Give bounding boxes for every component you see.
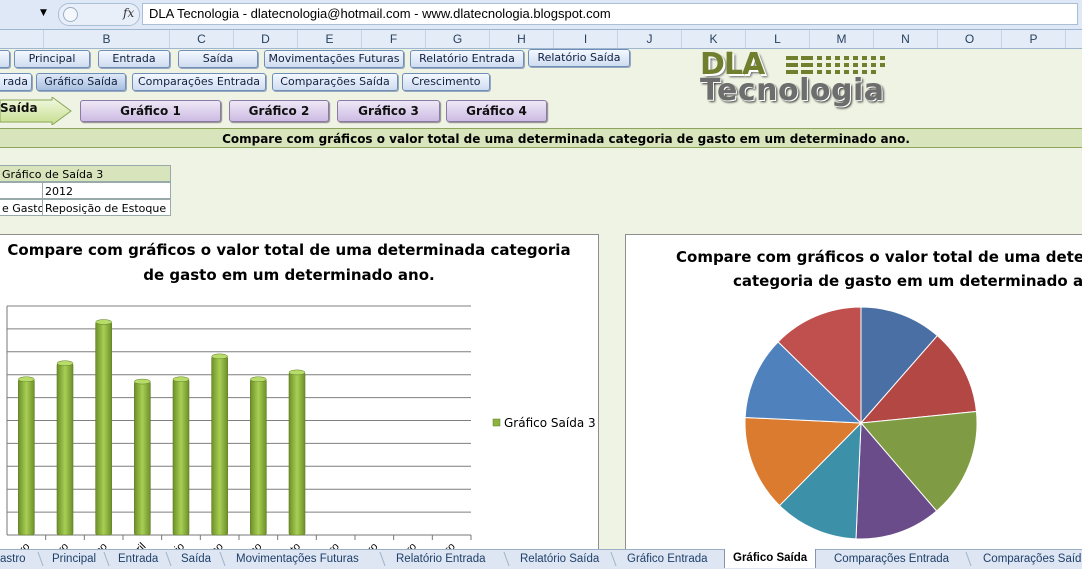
nav-button-comparacoes-saida[interactable]: Comparações Saída bbox=[272, 73, 398, 91]
bar-chart[interactable]: Compare com gráficos o valor total de um… bbox=[0, 234, 599, 551]
bar bbox=[250, 378, 267, 536]
sheet-tab-entrada[interactable]: Entrada bbox=[118, 550, 158, 568]
bar bbox=[211, 356, 228, 536]
column-header-f[interactable]: F bbox=[362, 30, 426, 48]
legend-swatch bbox=[492, 418, 501, 427]
sheet-tab-principal[interactable]: Principal bbox=[52, 550, 96, 568]
column-header-b[interactable]: B bbox=[44, 30, 170, 48]
info-label-gasto[interactable]: e Gasto bbox=[0, 199, 43, 216]
formula-tools: fx bbox=[58, 3, 140, 26]
worksheet[interactable]: Principal Entrada Saída Movimentações Fu… bbox=[0, 47, 1082, 551]
column-header-e[interactable]: E bbox=[298, 30, 362, 48]
bar-top bbox=[211, 353, 228, 360]
column-header-m[interactable]: M bbox=[810, 30, 874, 48]
bar bbox=[134, 381, 151, 536]
nav-button-saida[interactable]: Saída bbox=[178, 50, 258, 68]
column-header-k[interactable]: K bbox=[682, 30, 746, 48]
bar-top bbox=[56, 360, 74, 366]
grafico-1-button[interactable]: Gráfico 1 bbox=[80, 100, 221, 122]
info-label-ano[interactable] bbox=[0, 182, 43, 199]
nav-button-grafico-entrada-partial[interactable]: rada bbox=[0, 73, 32, 91]
sheet-tab-saida[interactable]: Saída bbox=[181, 550, 211, 568]
bar-top bbox=[172, 376, 190, 383]
nav-button-relatorio-entrada[interactable]: Relatório Entrada bbox=[410, 50, 524, 68]
tab-separator bbox=[219, 552, 226, 566]
tab-separator bbox=[103, 552, 110, 566]
arrow-label: Saída bbox=[0, 101, 38, 115]
column-header-c[interactable]: C bbox=[170, 30, 234, 48]
sheet-tab-cadastro[interactable]: astro bbox=[0, 550, 26, 568]
bar bbox=[288, 372, 306, 536]
tab-separator bbox=[965, 552, 972, 566]
nav-button-partial[interactable] bbox=[0, 50, 10, 68]
column-header-j[interactable]: J bbox=[618, 30, 682, 48]
nav-button-crescimento[interactable]: Crescimento bbox=[402, 73, 490, 91]
sheet-tab-grafico-entrada[interactable]: Gráfico Entrada bbox=[627, 550, 708, 568]
column-header-g[interactable]: G bbox=[426, 30, 490, 48]
name-box-dropdown-icon[interactable]: ▼ bbox=[40, 8, 47, 18]
column-header-row: B C D E F G H I J K L M N O P bbox=[0, 30, 1082, 49]
grafico-4-button[interactable]: Gráfico 4 bbox=[446, 100, 547, 122]
sheet-tab-comparacoes-entrada[interactable]: Comparações Entrada bbox=[834, 550, 949, 568]
sheet-tab-comparacoes-saida[interactable]: Comparações Saíd bbox=[983, 550, 1081, 568]
logo-tecnologia-text: Tecnologia bbox=[700, 73, 885, 108]
bar bbox=[56, 362, 74, 536]
nav-button-comparacoes-entrada[interactable]: Comparações Entrada bbox=[132, 73, 266, 91]
tab-separator bbox=[165, 552, 172, 566]
sheet-tab-grafico-saida[interactable]: Gráfico Saída bbox=[724, 549, 817, 568]
column-header-n[interactable]: N bbox=[874, 30, 938, 48]
nav-button-grafico-saida[interactable]: Gráfico Saída bbox=[36, 73, 126, 91]
nav-button-principal[interactable]: Principal bbox=[14, 50, 90, 68]
pie-chart-plot bbox=[744, 306, 978, 540]
legend-label: Gráfico Saída 3 bbox=[504, 416, 596, 430]
bar-top bbox=[18, 376, 35, 383]
info-value-ano[interactable]: 2012 bbox=[42, 182, 171, 199]
column-header-p[interactable]: P bbox=[1002, 30, 1066, 48]
column-header-h[interactable]: H bbox=[490, 30, 554, 48]
formula-input[interactable]: DLA Tecnologia - dlatecnologia@hotmail.c… bbox=[142, 3, 1078, 25]
bar-top bbox=[134, 378, 151, 385]
nav-button-relatorio-saida[interactable]: Relatório Saída bbox=[528, 49, 630, 67]
tab-separator bbox=[37, 552, 44, 566]
grafico-2-button[interactable]: Gráfico 2 bbox=[229, 100, 329, 122]
tab-separator bbox=[379, 552, 386, 566]
formula-bar: ▼ fx DLA Tecnologia - dlatecnologia@hotm… bbox=[0, 0, 1082, 30]
sheet-tab-movimentacoes-futuras[interactable]: Movimentações Futuras bbox=[236, 550, 359, 568]
column-header-i[interactable]: I bbox=[554, 30, 618, 48]
page-banner: Compare com gráficos o valor total de um… bbox=[0, 128, 1082, 148]
sheet-tab-relatorio-entrada[interactable]: Relatório Entrada bbox=[396, 550, 486, 568]
bar bbox=[18, 378, 35, 536]
pie-chart[interactable]: Compare com gráficos o valor total de um… bbox=[625, 234, 1082, 551]
column-header-o[interactable]: O bbox=[938, 30, 1002, 48]
nav-button-movimentacoes-futuras[interactable]: Movimentações Futuras bbox=[264, 50, 404, 68]
column-header-l[interactable]: L bbox=[746, 30, 810, 48]
bar bbox=[172, 378, 190, 536]
info-table-title[interactable]: Gráfico de Saída 3 bbox=[0, 165, 171, 182]
bar-chart-plot: JaneiroFevereiroMarçoAbrilMaioJunhoJulho… bbox=[0, 305, 596, 550]
grafico-3-button[interactable]: Gráfico 3 bbox=[337, 100, 440, 122]
bar-top bbox=[95, 319, 112, 325]
insert-function-button[interactable]: fx bbox=[123, 6, 134, 20]
column-header[interactable] bbox=[0, 30, 44, 48]
tab-separator bbox=[503, 552, 510, 566]
tab-separator bbox=[610, 552, 617, 566]
info-value-categoria[interactable]: Reposição de Estoque bbox=[42, 199, 171, 216]
sheet-tab-bar: astro Principal Entrada Saída Movimentaç… bbox=[0, 549, 1082, 569]
expand-circle-icon[interactable] bbox=[63, 7, 78, 22]
bar-top bbox=[250, 376, 267, 383]
nav-button-entrada[interactable]: Entrada bbox=[98, 50, 170, 68]
column-header-d[interactable]: D bbox=[234, 30, 298, 48]
sheet-tab-relatorio-saida[interactable]: Relatório Saída bbox=[520, 550, 599, 568]
bar-top bbox=[288, 369, 306, 376]
bar bbox=[95, 321, 112, 536]
